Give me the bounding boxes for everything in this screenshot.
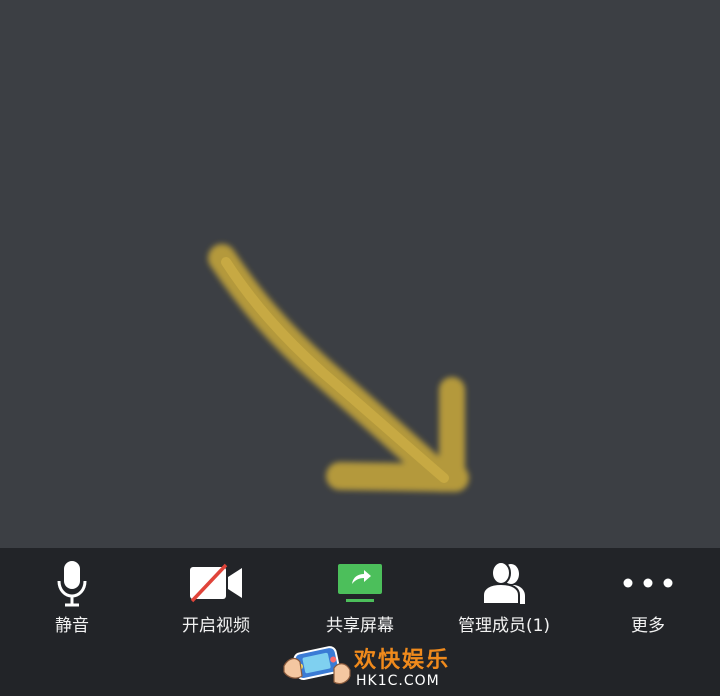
meeting-video-stage	[0, 0, 720, 548]
manage-members-button[interactable]: 管理成员(1)	[432, 558, 576, 648]
watermark-url: HK1C.COM	[356, 673, 440, 689]
share-screen-label: 共享屏幕	[326, 616, 394, 636]
watermark-title: 欢快娱乐	[354, 648, 451, 673]
watermark: 欢快娱乐 HK1C.COM	[280, 636, 450, 694]
members-icon	[474, 558, 534, 608]
video-off-icon	[186, 558, 246, 608]
annotation-arrow-drawing	[208, 244, 469, 492]
microphone-icon	[42, 558, 102, 608]
more-button[interactable]: 更多	[576, 558, 720, 648]
mute-label: 静音	[55, 616, 89, 636]
share-screen-button[interactable]: 共享屏幕	[288, 558, 432, 648]
mute-button[interactable]: 静音	[0, 558, 144, 648]
start-video-button[interactable]: 开启视频	[144, 558, 288, 648]
start-video-label: 开启视频	[182, 616, 250, 636]
share-screen-icon	[330, 558, 390, 608]
manage-members-label: 管理成员(1)	[457, 616, 551, 636]
more-label: 更多	[631, 616, 665, 636]
more-icon	[618, 558, 678, 608]
gamepad-hands-icon	[283, 646, 351, 685]
